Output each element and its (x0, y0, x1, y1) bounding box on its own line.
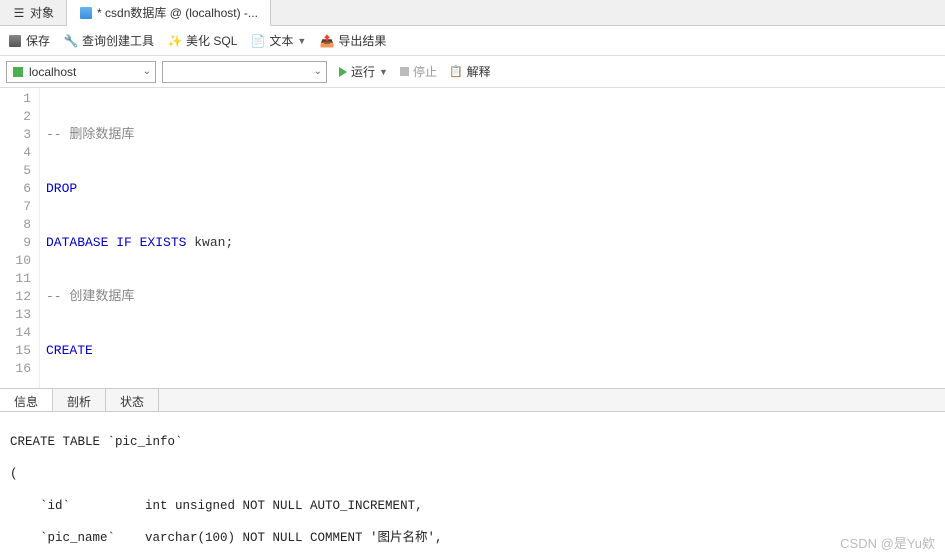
explain-icon: 📋 (449, 65, 463, 78)
text-button[interactable]: 📄 文本 ▼ (251, 32, 306, 49)
output-line: `id` int unsigned NOT NULL AUTO_INCREMEN… (10, 498, 935, 514)
explain-button[interactable]: 📋 解释 (449, 63, 491, 80)
line-gutter: 12345678910111213141516 (0, 88, 40, 388)
tab-label: * csdn数据库 @ (localhost) -... (97, 4, 258, 21)
export-button[interactable]: 📤 导出结果 (320, 32, 386, 49)
query-builder-button[interactable]: 🔧 查询创建工具 (64, 32, 154, 49)
text-icon: 📄 (251, 34, 265, 48)
stop-label: 停止 (413, 63, 437, 80)
table-icon (79, 6, 93, 20)
export-label: 导出结果 (338, 32, 386, 49)
output-line: CREATE TABLE `pic_info` (10, 434, 935, 450)
connection-bar: localhost ⌄ ⌄ 运行 ▼ 停止 📋 解释 (0, 56, 945, 88)
objects-icon: ☰ (12, 6, 26, 20)
output-line: `pic_name` varchar(100) NOT NULL COMMENT… (10, 530, 935, 546)
host-dropdown[interactable]: localhost ⌄ (6, 61, 156, 83)
wand-icon: ✨ (168, 34, 182, 48)
save-label: 保存 (26, 32, 50, 49)
stop-icon (400, 67, 409, 76)
bottom-tabs: 信息 剖析 状态 (0, 388, 945, 412)
tab-objects[interactable]: ☰ 对象 (0, 0, 67, 25)
export-icon: 📤 (320, 34, 334, 48)
sql-editor[interactable]: 12345678910111213141516 -- 删除数据库 DROP DA… (0, 88, 945, 388)
top-tabs: ☰ 对象 * csdn数据库 @ (localhost) -... (0, 0, 945, 26)
disk-icon (8, 34, 22, 48)
tab-query[interactable]: * csdn数据库 @ (localhost) -... (67, 0, 271, 26)
code-area[interactable]: -- 删除数据库 DROP DATABASE IF EXISTS kwan; -… (40, 88, 945, 388)
tab-status[interactable]: 状态 (106, 389, 159, 411)
beautify-label: 美化 SQL (186, 32, 237, 49)
chevron-down-icon: ⌄ (314, 66, 322, 77)
explain-label: 解释 (467, 63, 491, 80)
run-button[interactable]: 运行 ▼ (339, 63, 388, 80)
chevron-down-icon: ⌄ (143, 66, 151, 77)
chevron-down-icon: ▼ (379, 67, 388, 77)
watermark: CSDN @是Yu欸 (840, 533, 935, 552)
toolbar: 保存 🔧 查询创建工具 ✨ 美化 SQL 📄 文本 ▼ 📤 导出结果 (0, 26, 945, 56)
play-icon (339, 67, 347, 77)
tab-label: 对象 (30, 4, 54, 21)
builder-label: 查询创建工具 (82, 32, 154, 49)
stop-button: 停止 (400, 63, 437, 80)
tab-profile[interactable]: 剖析 (53, 389, 106, 411)
text-label: 文本 (269, 32, 293, 49)
output-line: ( (10, 466, 935, 482)
run-label: 运行 (351, 63, 375, 80)
plug-icon (11, 65, 25, 79)
database-dropdown[interactable]: ⌄ (162, 61, 327, 83)
save-button[interactable]: 保存 (8, 32, 50, 49)
output-panel[interactable]: CREATE TABLE `pic_info` ( `id` int unsig… (0, 412, 945, 556)
beautify-sql-button[interactable]: ✨ 美化 SQL (168, 32, 237, 49)
host-value: localhost (29, 65, 76, 79)
builder-icon: 🔧 (64, 34, 78, 48)
tab-info[interactable]: 信息 (0, 389, 53, 411)
chevron-down-icon: ▼ (297, 36, 306, 46)
